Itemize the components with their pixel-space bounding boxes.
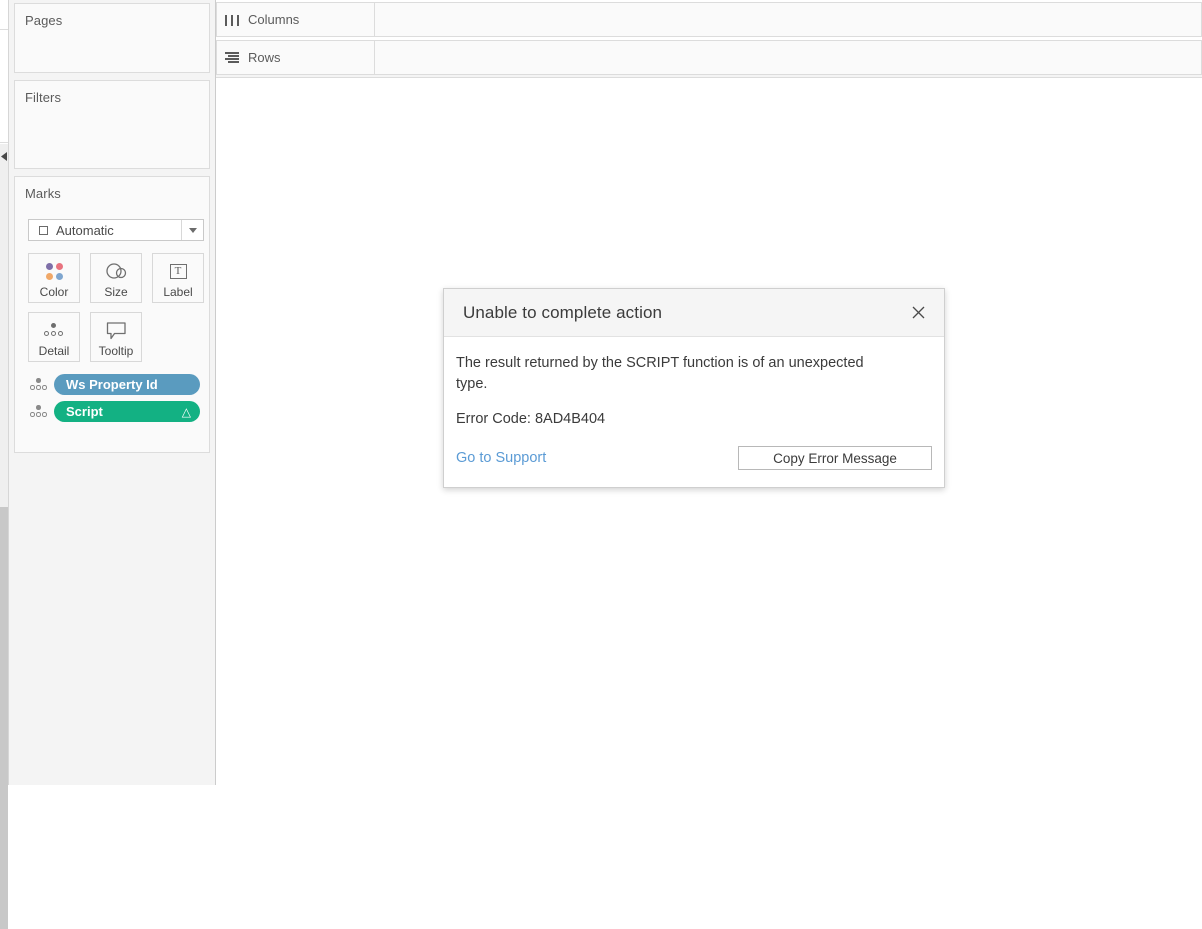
chevron-down-icon[interactable] <box>181 220 203 240</box>
color-dots-icon <box>45 257 63 285</box>
pages-shelf-title: Pages <box>25 13 63 28</box>
pill-script-label: Script <box>66 404 103 419</box>
detail-dots-icon <box>43 316 65 344</box>
marks-label-button[interactable]: T Label <box>152 253 204 303</box>
pill-script[interactable]: Script △ <box>54 401 200 422</box>
filters-shelf[interactable]: Filters <box>14 80 210 169</box>
detail-dots-icon <box>28 403 50 420</box>
data-pane-middle-section <box>0 31 8 143</box>
rows-shelf-label: Rows <box>248 50 281 65</box>
marks-tooltip-label: Tooltip <box>98 344 134 358</box>
pill-ws-property-id[interactable]: Ws Property Id <box>54 374 200 395</box>
columns-shelf-label: Columns <box>248 12 300 27</box>
square-icon <box>39 225 48 235</box>
error-dialog-footer: Go to Support Copy Error Message <box>444 430 944 487</box>
detail-dots-icon <box>28 376 50 393</box>
rows-icon <box>225 51 239 64</box>
marks-size-label: Size <box>104 285 128 299</box>
marks-size-button[interactable]: Size <box>90 253 142 303</box>
go-to-support-link[interactable]: Go to Support <box>456 450 546 466</box>
table-calculation-delta-icon: △ <box>181 404 191 419</box>
size-circles-icon <box>105 257 127 285</box>
error-code-text: Error Code: 8AD4B404 <box>456 411 606 427</box>
triangle-left-icon[interactable] <box>1 152 8 161</box>
marks-pill-row[interactable]: Script △ <box>28 401 208 422</box>
marks-card[interactable]: Marks Automatic Color Size T Label Detai… <box>14 176 210 453</box>
marks-tooltip-button[interactable]: Tooltip <box>90 312 142 362</box>
rows-shelf-dropzone[interactable] <box>375 40 1202 75</box>
text-label-icon: T <box>169 257 187 285</box>
error-dialog-title: Unable to complete action <box>463 302 663 322</box>
data-pane-top-section <box>0 0 8 30</box>
columns-shelf-header[interactable]: Columns <box>216 2 375 37</box>
marks-color-label: Color <box>39 285 69 299</box>
data-pane-scrollbar-thumb[interactable] <box>0 507 8 929</box>
pill-ws-property-id-label: Ws Property Id <box>66 377 158 392</box>
mark-type-label: Automatic <box>56 222 114 238</box>
rows-shelf-header[interactable]: Rows <box>216 40 375 75</box>
pages-shelf[interactable]: Pages <box>14 3 210 73</box>
data-pane-collapsed-strip <box>0 0 9 929</box>
close-icon[interactable] <box>906 301 930 325</box>
marks-label-label: Label <box>163 285 193 299</box>
error-dialog-header: Unable to complete action <box>444 289 944 337</box>
tooltip-bubble-icon <box>106 316 127 344</box>
marks-detail-label: Detail <box>38 344 70 358</box>
marks-detail-button[interactable]: Detail <box>28 312 80 362</box>
columns-shelf-dropzone[interactable] <box>375 2 1202 37</box>
error-message-text: The result returned by the SCRIPT functi… <box>456 355 864 392</box>
shelves-column: Pages Filters Marks Automatic Color Size… <box>9 0 216 785</box>
error-dialog-body: The result returned by the SCRIPT functi… <box>444 337 944 430</box>
filters-shelf-title: Filters <box>25 90 62 105</box>
error-dialog: Unable to complete action The result ret… <box>443 288 945 488</box>
marks-pill-row[interactable]: Ws Property Id <box>28 374 208 395</box>
mark-type-dropdown[interactable]: Automatic <box>28 219 204 241</box>
marks-card-title: Marks <box>25 186 61 201</box>
marks-color-button[interactable]: Color <box>28 253 80 303</box>
data-pane-scrollbar-track[interactable] <box>0 144 8 929</box>
columns-icon <box>225 14 239 26</box>
copy-error-message-button[interactable]: Copy Error Message <box>738 446 932 470</box>
